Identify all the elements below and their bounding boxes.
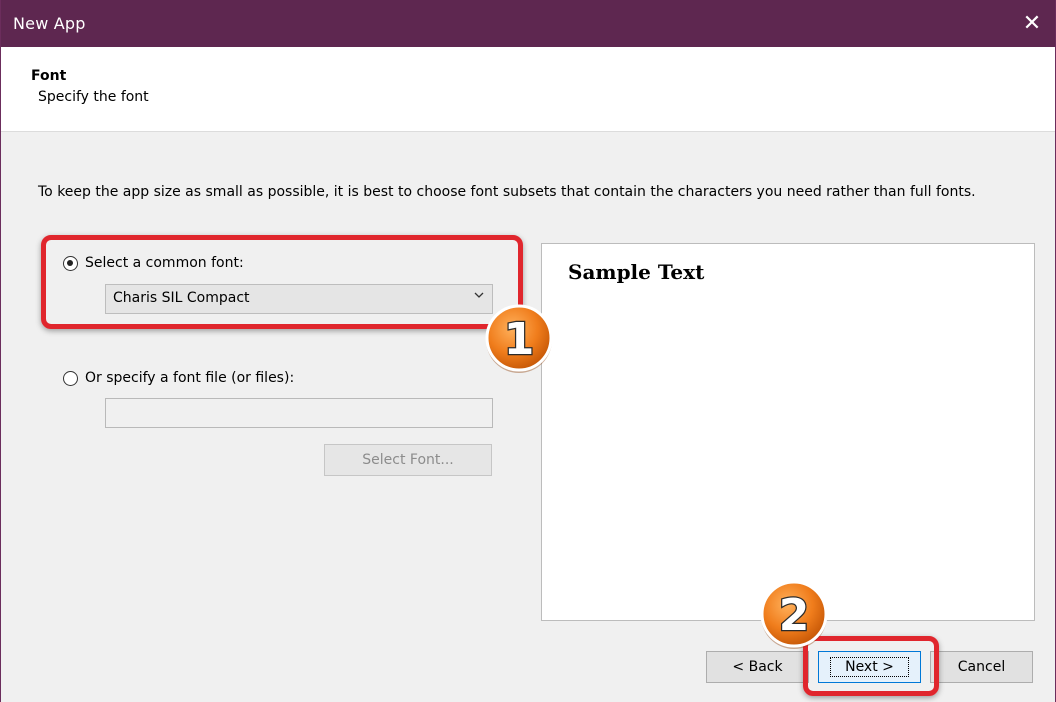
app-window: New App ✕ Font Specify the font To keep …: [0, 0, 1056, 702]
intro-text: To keep the app size as small as possibl…: [38, 184, 976, 200]
next-button-label: Next >: [830, 657, 909, 677]
font-file-label: Or specify a font file (or files):: [85, 370, 295, 386]
common-font-label: Select a common font:: [85, 255, 244, 271]
back-button[interactable]: < Back: [706, 651, 809, 683]
cancel-button[interactable]: Cancel: [930, 651, 1033, 683]
next-button[interactable]: Next >: [818, 651, 921, 683]
close-icon: ✕: [1022, 11, 1042, 36]
sample-text: Sample Text: [568, 260, 705, 284]
window-title: New App: [13, 14, 86, 33]
font-dropdown[interactable]: Charis SIL Compact: [105, 284, 493, 314]
font-file-option[interactable]: Or specify a font file (or files):: [63, 370, 294, 386]
font-file-input[interactable]: [105, 398, 493, 428]
chevron-down-icon: [474, 292, 484, 298]
select-font-button[interactable]: Select Font...: [324, 444, 492, 476]
page-title: Font: [31, 68, 67, 84]
title-bar: New App ✕: [1, 0, 1055, 47]
font-file-radio[interactable]: [63, 370, 78, 386]
common-font-option[interactable]: Select a common font:: [63, 255, 244, 271]
font-preview-panel: Sample Text: [541, 243, 1035, 621]
wizard-header: Font Specify the font: [1, 47, 1055, 132]
page-subtitle: Specify the font: [38, 89, 149, 105]
close-button[interactable]: ✕: [1009, 0, 1055, 47]
font-dropdown-value: Charis SIL Compact: [113, 290, 250, 306]
common-font-radio[interactable]: [63, 255, 78, 271]
